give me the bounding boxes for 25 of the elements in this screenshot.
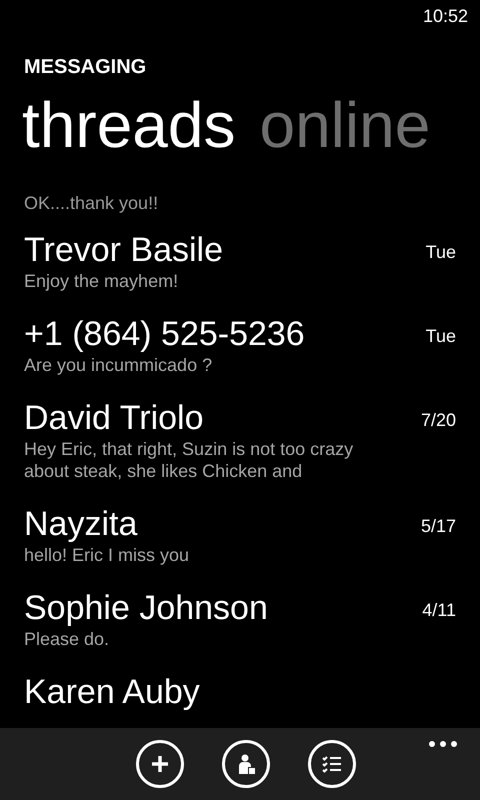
message-preview: Enjoy the mayhem!: [24, 270, 180, 292]
pivot-tab[interactable]: threads: [22, 87, 236, 163]
clock: 10:52: [422, 6, 468, 28]
contact-name[interactable]: Karen Auby: [24, 672, 448, 712]
pivot-tab[interactable]: online: [259, 87, 430, 163]
contact-name[interactable]: David Triolo: [24, 398, 413, 438]
contact-name[interactable]: Sophie Johnson: [24, 588, 414, 628]
message-preview: hello! Eric I miss you: [24, 544, 190, 566]
contact-name[interactable]: Trevor Basile: [24, 230, 418, 270]
select-button[interactable]: [308, 740, 356, 788]
new-message-button[interactable]: [136, 740, 184, 788]
contact-name[interactable]: Nayzita: [24, 504, 413, 544]
thread-date: 7/20: [420, 408, 456, 430]
thread-date: 5/17: [420, 514, 456, 536]
more-icon[interactable]: [428, 740, 458, 748]
thread-date: Tue: [426, 240, 456, 262]
message-preview: Please do.: [24, 628, 110, 650]
app-title: MESSAGING: [24, 56, 148, 79]
message-preview: OK....thank you!!: [24, 193, 160, 214]
thread-date: Tue: [426, 324, 456, 346]
contact-name[interactable]: +1 (864) 525-5236: [24, 314, 418, 354]
message-preview: Hey Eric, that right, Suzin is not too crazy about steak, she likes Chicken and: [24, 438, 354, 482]
message-preview: Are you incummicado ?: [24, 354, 214, 376]
contact-button[interactable]: [222, 740, 270, 788]
thread-date: 4/11: [422, 598, 456, 620]
